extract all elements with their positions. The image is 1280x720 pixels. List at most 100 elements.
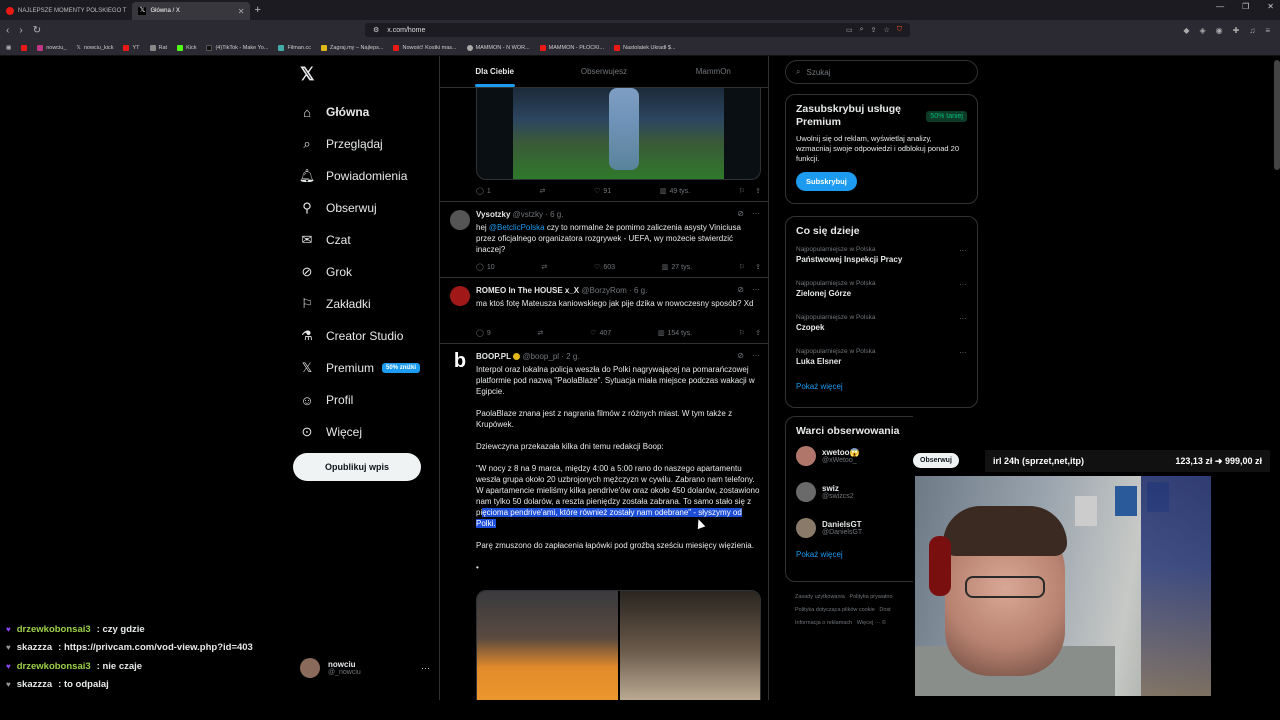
zoom-icon[interactable]: ⌕ — [860, 26, 864, 34]
tweet-photos[interactable] — [476, 590, 761, 700]
bookmark-item[interactable]: Nastolatek Ukradł $... — [613, 44, 676, 51]
nav-item-follow[interactable]: ⚲ Obserwuj — [300, 192, 420, 224]
post-button[interactable]: Opublikuj wpis — [293, 453, 421, 481]
boop-logo-icon[interactable]: b — [450, 351, 470, 372]
bookmark-item[interactable]: Kick — [177, 44, 196, 51]
grok-icon[interactable]: ⊘ — [737, 285, 744, 294]
brave-shield-icon[interactable]: ⛉ — [897, 26, 902, 34]
follow-button[interactable]: Obserwuj — [913, 453, 959, 468]
nav-item-notifications[interactable]: 🔔︎ Powiadomienia — [299, 160, 420, 192]
search-input[interactable]: ⌕ Szukaj — [785, 60, 978, 84]
share-icon[interactable]: ⇪ — [755, 263, 761, 271]
menu-icon[interactable]: ≡ — [1265, 26, 1270, 35]
nav-item-creator-studio[interactable]: ⚗ Creator Studio — [300, 320, 420, 352]
more-icon[interactable]: ··· — [959, 246, 967, 255]
bookmark-star-icon[interactable]: ☆ — [883, 26, 889, 34]
tab-mammon[interactable]: MammOn — [659, 56, 768, 87]
retweet-button[interactable]: ⇄ — [538, 329, 544, 337]
puzzle-icon[interactable]: ✚ — [1233, 26, 1240, 35]
like-button[interactable]: ♡ 91 — [594, 187, 611, 196]
retweet-button[interactable]: ⇄ — [539, 187, 545, 195]
nav-item-premium[interactable]: 𝕏 Premium 50% zniżki — [300, 352, 421, 384]
page-scrollbar[interactable] — [1274, 60, 1280, 170]
nav-item-chat[interactable]: ✉ Czat — [300, 224, 420, 256]
more-icon[interactable]: ··· — [752, 285, 760, 294]
bookmark-item[interactable]: MAMMON - N WOR... — [466, 44, 530, 51]
bookmark-item[interactable]: Rat — [149, 44, 167, 51]
like-button[interactable]: ♡ 603 — [594, 263, 615, 272]
bookmark-item[interactable]: YT — [123, 44, 140, 51]
extension-icon[interactable]: ◈ — [1199, 26, 1205, 35]
trend-item[interactable]: Najpopularniejsze w Polska Czopek ··· — [796, 310, 967, 344]
x-logo-icon[interactable]: 𝕏 — [300, 64, 315, 85]
account-switcher[interactable]: nowciu @_nowciu ··· — [300, 658, 430, 678]
like-button[interactable]: ♡ 407 — [590, 329, 611, 338]
tweet-author[interactable]: ROMEO In The HOUSE x_X — [476, 286, 579, 295]
bookmark-item[interactable]: Nowość! Kostki mas... — [393, 44, 457, 51]
views-button[interactable]: ▥ 49 tys. — [660, 187, 690, 196]
trend-item[interactable]: Najpopularniejsze w Polska Zielonej Górze… — [796, 276, 967, 310]
nav-item-grok[interactable]: ⊘ Grok — [300, 256, 420, 288]
share-icon[interactable]: ⇪ — [755, 187, 761, 195]
reply-button[interactable]: ◯ 10 — [476, 263, 495, 272]
tweet-author[interactable]: BOOP.PL — [476, 352, 511, 361]
mention-link[interactable]: @BetclicPolska — [489, 223, 545, 232]
trend-item[interactable]: Najpopularniejsze w Polska Państwowej Ins… — [796, 242, 967, 276]
site-info-icon[interactable]: ⚙ — [373, 26, 379, 34]
more-icon[interactable]: ··· — [959, 280, 967, 289]
browser-tab[interactable]: NAJLEPSZE MOMENTY POLSKIEGO T — [0, 2, 132, 20]
extension-icon[interactable]: ◉ — [1216, 26, 1223, 35]
tab-for-you[interactable]: Dla Ciebie — [440, 56, 549, 87]
follow-suggestion[interactable]: xwetoo😱 @xWetoo_ — [796, 438, 903, 474]
bookmark-item[interactable]: (4)TikTok - Make Yo... — [206, 44, 268, 51]
tweet[interactable]: ROMEO In The HOUSE x_X @BorzyRom · 6 g. … — [440, 278, 768, 344]
follow-suggestion[interactable]: swiz @swizcs2 — [796, 474, 903, 510]
nav-item-home[interactable]: ⌂ Główna — [300, 96, 420, 128]
close-window-icon[interactable]: ✕ — [1267, 2, 1274, 11]
bookmark-item[interactable]: Zagraj.my – Najleps... — [320, 44, 383, 51]
views-button[interactable]: ▥ 27 tys. — [662, 263, 692, 272]
grok-icon[interactable]: ⊘ — [737, 209, 744, 218]
tweet-author[interactable]: Vysotzky — [476, 210, 510, 219]
bookmark-item[interactable]: 𝕏nowciu_kick — [76, 45, 113, 51]
avatar[interactable] — [450, 286, 470, 306]
trend-item[interactable]: Najpopularniejsze w Polska Luka Elsner ··· — [796, 344, 967, 378]
reply-button[interactable]: ◯ 9 — [476, 329, 491, 338]
tab-following[interactable]: Obserwujesz — [549, 56, 658, 87]
show-more-link[interactable]: Pokaż więcej — [796, 550, 903, 559]
nav-item-bookmarks[interactable]: ⚐ Zakładki — [300, 288, 420, 320]
follow-suggestion[interactable]: DanielsGT @DanielsGT — [796, 510, 903, 546]
subscribe-button[interactable]: Subskrybuj — [796, 172, 857, 191]
tweet[interactable]: Vysotzky @vstzky · 6 g. ⊘ ··· hej @Betcli… — [440, 202, 768, 278]
close-tab-icon[interactable]: ✕ — [238, 7, 245, 16]
share-icon[interactable]: ⇪ — [871, 26, 877, 34]
retweet-button[interactable]: ⇄ — [541, 263, 547, 271]
show-more-link[interactable]: Pokaż więcej — [796, 382, 967, 391]
share-icon[interactable]: ⇪ — [755, 329, 761, 337]
tweet[interactable]: b BOOP.PL @boop_pl · 2 g. ⊘ ··· Interpol … — [440, 344, 768, 700]
maximize-icon[interactable]: ❐ — [1242, 2, 1249, 11]
back-icon[interactable]: ‹ — [6, 25, 9, 36]
bookmark-item[interactable] — [21, 44, 28, 51]
bookmark-item[interactable]: MAMMON - PŁOCKI... — [539, 44, 604, 51]
more-icon[interactable]: ··· — [752, 351, 760, 360]
nav-item-explore[interactable]: ⌕ Przeglądaj — [300, 128, 420, 160]
bookmark-icon[interactable]: ⚐ — [739, 187, 745, 195]
cast-icon[interactable]: ▭ — [846, 26, 853, 34]
avatar[interactable] — [450, 210, 470, 230]
extension-icon[interactable]: ◆ — [1183, 26, 1189, 35]
bookmark-item[interactable]: nowciu_ — [37, 44, 66, 51]
browser-tab-active[interactable]: 𝕏 Główna / X ✕ — [132, 2, 251, 20]
tweet-photo[interactable] — [477, 591, 618, 700]
more-icon[interactable]: ··· — [752, 209, 760, 218]
apps-grid-icon[interactable]: ▦ — [6, 45, 11, 51]
views-button[interactable]: ▥ 154 tys. — [658, 329, 692, 338]
url-field[interactable]: ⚙ x.com/home ▭ ⌕ ⇪ ☆ ⛉ — [365, 23, 910, 37]
bookmark-icon[interactable]: ⚐ — [739, 263, 745, 271]
reload-icon[interactable]: ↻ — [33, 25, 41, 36]
music-icon[interactable]: ♫ — [1249, 26, 1255, 35]
bookmark-item[interactable]: Filman.cc — [278, 44, 311, 51]
forward-icon[interactable]: › — [19, 25, 22, 36]
more-icon[interactable]: ··· — [421, 663, 430, 673]
more-icon[interactable]: ··· — [959, 314, 967, 323]
